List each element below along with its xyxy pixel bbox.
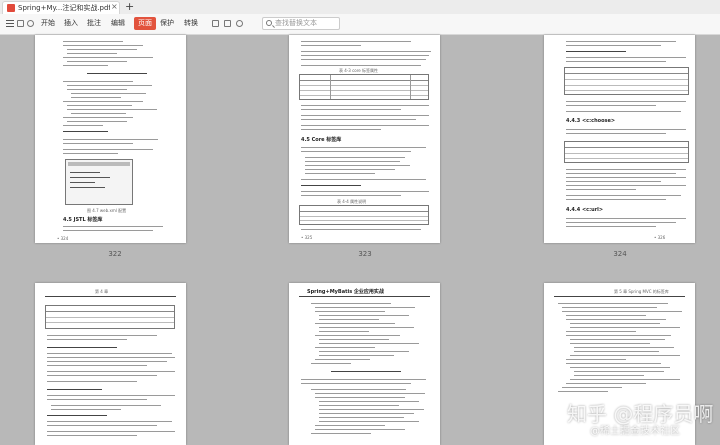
properties-table <box>299 74 429 100</box>
tab-title: Spring+My...注记和实战.pdf <box>18 4 110 12</box>
page-thumbnail-322[interactable]: 图 4.7 web.xml 配置 4.5 JSTL 标签库 • 324 <box>35 35 186 243</box>
export-icon[interactable] <box>224 20 231 27</box>
browser-screenshot-figure <box>65 159 133 205</box>
menu-protect[interactable]: 保护 <box>157 17 177 30</box>
page-thumbnail-323[interactable]: 表 4-3 core 标签属性 4.5 Core 标签库 表 4-4 属性说明 … <box>289 35 440 243</box>
choose-table <box>564 141 689 163</box>
running-header: 第 5 章 Spring MVC 的标签库 <box>614 289 669 294</box>
section-title: 4.5 JSTL 标签库 <box>63 217 103 223</box>
new-tab-button[interactable]: + <box>125 0 134 13</box>
close-tab-icon[interactable]: × <box>111 2 118 11</box>
attributes-table <box>299 205 429 225</box>
page-thumbnail-325[interactable]: 第 4 章 <box>35 283 186 445</box>
watermark-secondary: @稀土掘金技术社区 <box>590 426 680 437</box>
page-thumbnail-326[interactable]: Spring+MyBatis 企业应用实战 <box>289 283 440 445</box>
menu-home[interactable]: 开始 <box>38 17 58 30</box>
menu-convert[interactable]: 转换 <box>181 17 201 30</box>
figure-caption: 图 4.7 web.xml 配置 <box>87 208 127 213</box>
page-number: 323 <box>358 250 372 258</box>
running-header: Spring+MyBatis 企业应用实战 <box>307 289 384 295</box>
pdf-file-icon <box>7 4 15 12</box>
title-bar: Spring+My...注记和实战.pdf × + <box>0 0 720 14</box>
page-footer: • 325 <box>301 235 313 240</box>
open-file-icon[interactable] <box>17 20 24 27</box>
section-title: 4.5 Core 标签库 <box>301 137 342 143</box>
page-footer: • 326 <box>654 235 666 240</box>
running-header: 第 4 章 <box>95 289 109 294</box>
page-footer: • 324 <box>57 236 69 241</box>
page-number: 322 <box>108 250 122 258</box>
table <box>45 305 175 329</box>
search-input[interactable]: 查找替换文本 <box>262 17 340 30</box>
menu-edit[interactable]: 编辑 <box>108 17 128 30</box>
hamburger-menu-icon[interactable] <box>5 17 15 30</box>
tag-table <box>564 67 689 95</box>
menu-insert[interactable]: 插入 <box>61 17 81 30</box>
ribbon-toolbar: 开始 插入 批注 编辑 页面 保护 转换 查找替换文本 <box>0 14 720 35</box>
share-icon[interactable] <box>236 20 243 27</box>
subsection-title: 4.4.3 <c:choose> <box>566 118 616 124</box>
menu-page-active[interactable]: 页面 <box>134 17 156 30</box>
page-number: 324 <box>613 250 627 258</box>
document-tab[interactable]: Spring+My...注记和实战.pdf × <box>2 1 120 14</box>
search-placeholder: 查找替换文本 <box>275 19 317 27</box>
print-icon[interactable] <box>212 20 219 27</box>
subsection-title: 4.4.4 <c:url> <box>566 207 604 213</box>
page-thumbnail-324[interactable]: 4.4.3 <c:choose> 4.4.4 <c:url> • 326 <box>544 35 695 243</box>
undo-icon[interactable] <box>27 20 34 27</box>
search-icon <box>266 20 272 26</box>
menu-comment[interactable]: 批注 <box>84 17 104 30</box>
